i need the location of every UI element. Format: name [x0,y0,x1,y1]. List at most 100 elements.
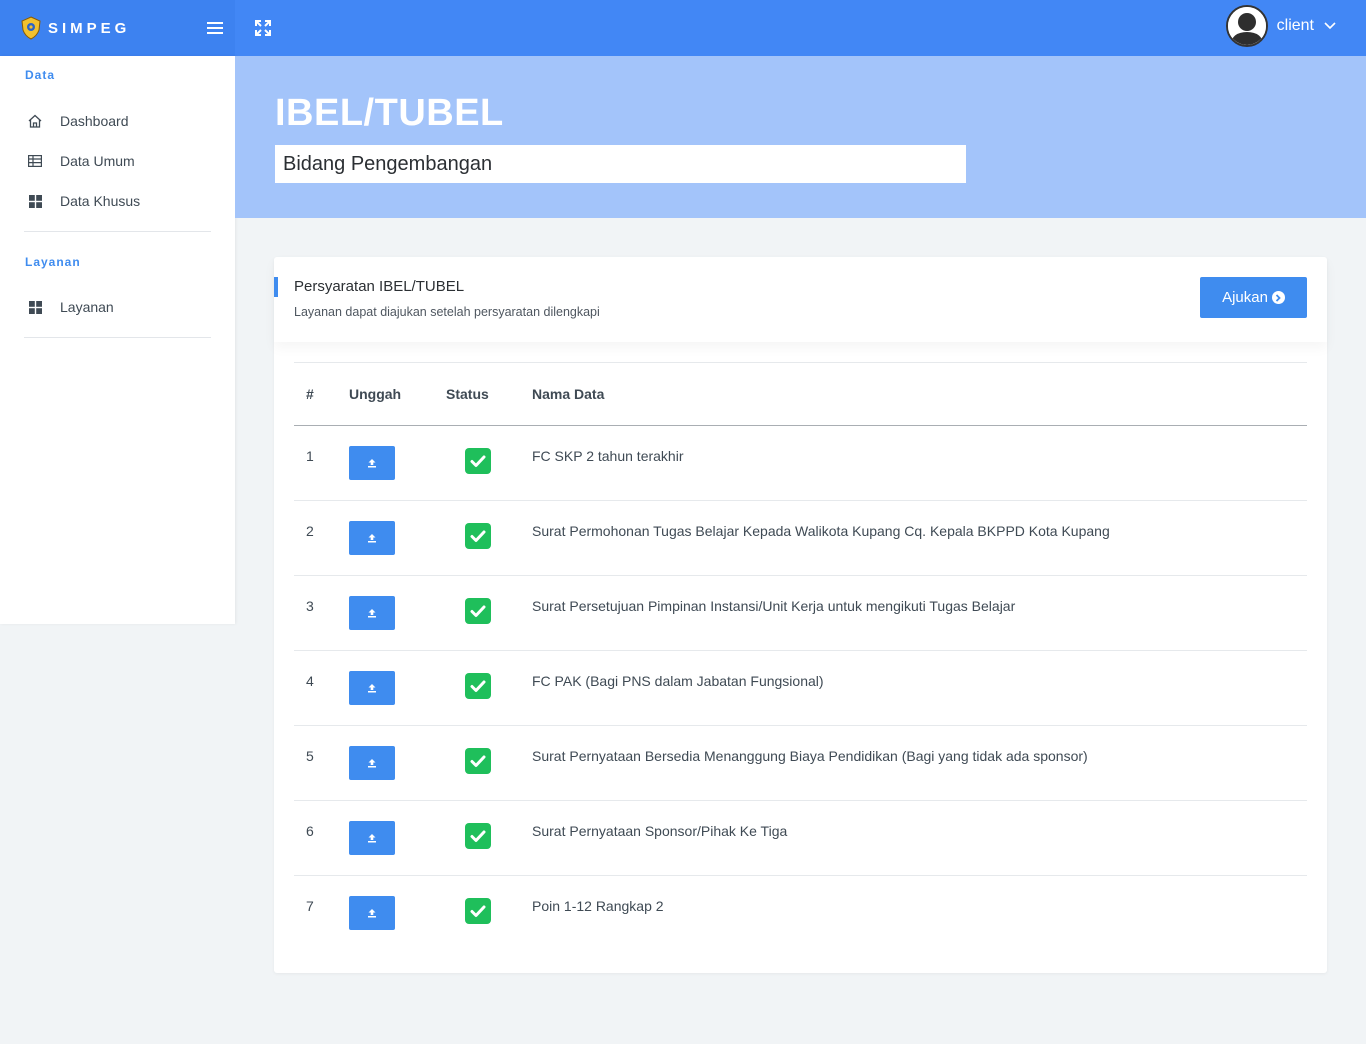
check-square-icon [465,523,491,549]
status-cell [446,576,532,651]
upload-icon [368,459,376,468]
logo-emblem-icon [21,16,41,40]
document-name: FC PAK (Bagi PNS dalam Jabatan Fungsiona… [532,673,824,689]
submit-button-label: Ajukan [1222,289,1268,306]
upload-cell [349,726,446,801]
check-square-icon [465,673,491,699]
home-icon [27,113,43,129]
status-cell [446,726,532,801]
card-accent-bar [274,277,278,297]
sidebar-item-label: Layanan [60,299,114,315]
table-row: 7 Poin 1-12 Rangkap 2 [294,876,1307,951]
document-name: FC SKP 2 tahun terakhir [532,448,684,464]
row-number: 4 [306,673,314,689]
row-number: 2 [306,523,314,539]
expand-icon [255,20,271,36]
upload-icon [368,534,376,543]
user-menu[interactable]: client [1225,5,1336,47]
table-row: 5 Surat Pernyataan Bersedia Menanggung Bi… [294,726,1307,801]
avatar [1225,5,1268,47]
status-cell [446,801,532,876]
card-description: Layanan dapat diajukan setelah persyarat… [294,305,600,319]
document-name: Poin 1-12 Rangkap 2 [532,898,664,914]
row-number: 6 [306,823,314,839]
sidebar-item-label: Dashboard [60,113,129,129]
row-number: 1 [306,448,314,464]
table-header-row: # Unggah Status Nama Data [294,362,1307,426]
table-row: 1 FC SKP 2 tahun terakhir [294,426,1307,501]
document-name: Surat Pernyataan Sponsor/Pihak Ke Tiga [532,823,788,839]
hamburger-icon [207,22,223,34]
upload-icon [368,909,376,918]
page-header: IBEL/TUBEL Bidang Pengembangan [235,56,1366,218]
status-cell [446,876,532,951]
check-square-icon [465,448,491,474]
row-number: 5 [306,748,314,764]
upload-cell [349,651,446,726]
upload-icon [368,684,376,693]
check-square-icon [465,598,491,624]
check-square-icon [465,748,491,774]
upload-button[interactable] [349,596,395,630]
table-row: 6 Surat Pernyataan Sponsor/Pihak Ke Tiga [294,801,1307,876]
column-header-upload: Unggah [349,386,402,402]
table-row: 2 Surat Permohonan Tugas Belajar Kepada W… [294,501,1307,576]
upload-button[interactable] [349,446,395,480]
card-header: Persyaratan IBEL/TUBEL Layanan dapat dia… [274,257,1327,342]
upload-cell [349,501,446,576]
check-square-icon [465,823,491,849]
page-subtitle: Bidang Pengembangan [275,145,966,183]
brand[interactable]: SIMPEG [0,0,235,56]
page-title: IBEL/TUBEL [275,92,504,134]
upload-cell [349,801,446,876]
status-cell [446,651,532,726]
sidebar-heading-layanan: Layanan [25,255,81,269]
row-number: 3 [306,598,314,614]
upload-button[interactable] [349,746,395,780]
menu-toggle-button[interactable] [201,14,229,42]
upload-button[interactable] [349,821,395,855]
chevron-down-icon [1324,22,1336,30]
sidebar-item-data-khusus[interactable]: Data Khusus [0,181,235,221]
sidebar-item-label: Data Umum [60,153,135,169]
column-header-number: # [306,386,314,402]
sidebar-item-layanan[interactable]: Layanan [0,287,235,327]
user-name: client [1276,17,1314,34]
sidebar-heading-data: Data [25,68,56,82]
document-name: Surat Persetujuan Pimpinan Instansi/Unit… [532,598,1016,614]
upload-button[interactable] [349,521,395,555]
upload-icon [368,759,376,768]
arrow-right-circle-icon [1271,291,1285,304]
upload-cell [349,876,446,951]
brand-name: SIMPEG [48,19,131,37]
upload-button[interactable] [349,671,395,705]
table-icon [27,153,43,169]
card-title: Persyaratan IBEL/TUBEL [294,278,465,295]
status-cell [446,501,532,576]
sidebar-item-dashboard[interactable]: Dashboard [0,101,235,141]
sidebar-item-data-umum[interactable]: Data Umum [0,141,235,181]
fullscreen-button[interactable] [249,14,277,42]
top-navbar: SIMPEG client [0,0,1366,56]
upload-cell [349,576,446,651]
user-avatar-icon [1227,7,1266,45]
sidebar-item-label: Data Khusus [60,193,141,209]
grid-icon [27,193,43,209]
column-header-name: Nama Data [532,386,605,402]
upload-cell [349,426,446,501]
column-header-status: Status [446,386,489,402]
sidebar-divider [24,337,211,338]
submit-button[interactable]: Ajukan [1200,277,1307,318]
status-cell [446,426,532,501]
document-name: Surat Permohonan Tugas Belajar Kepada Wa… [532,523,1110,539]
sidebar: Data Dashboard Data Umum Data Khusus Lay… [0,56,235,624]
table-row: 3 Surat Persetujuan Pimpinan Instansi/Uni… [294,576,1307,651]
upload-icon [368,609,376,618]
row-number: 7 [306,898,314,914]
document-name: Surat Pernyataan Bersedia Menanggung Bia… [532,748,1088,764]
upload-icon [368,834,376,843]
upload-button[interactable] [349,896,395,930]
grid-icon [27,299,43,315]
requirements-card: Persyaratan IBEL/TUBEL Layanan dapat dia… [274,257,1327,973]
requirements-table: # Unggah Status Nama Data 1 FC SKP 2 tahu… [294,362,1307,951]
